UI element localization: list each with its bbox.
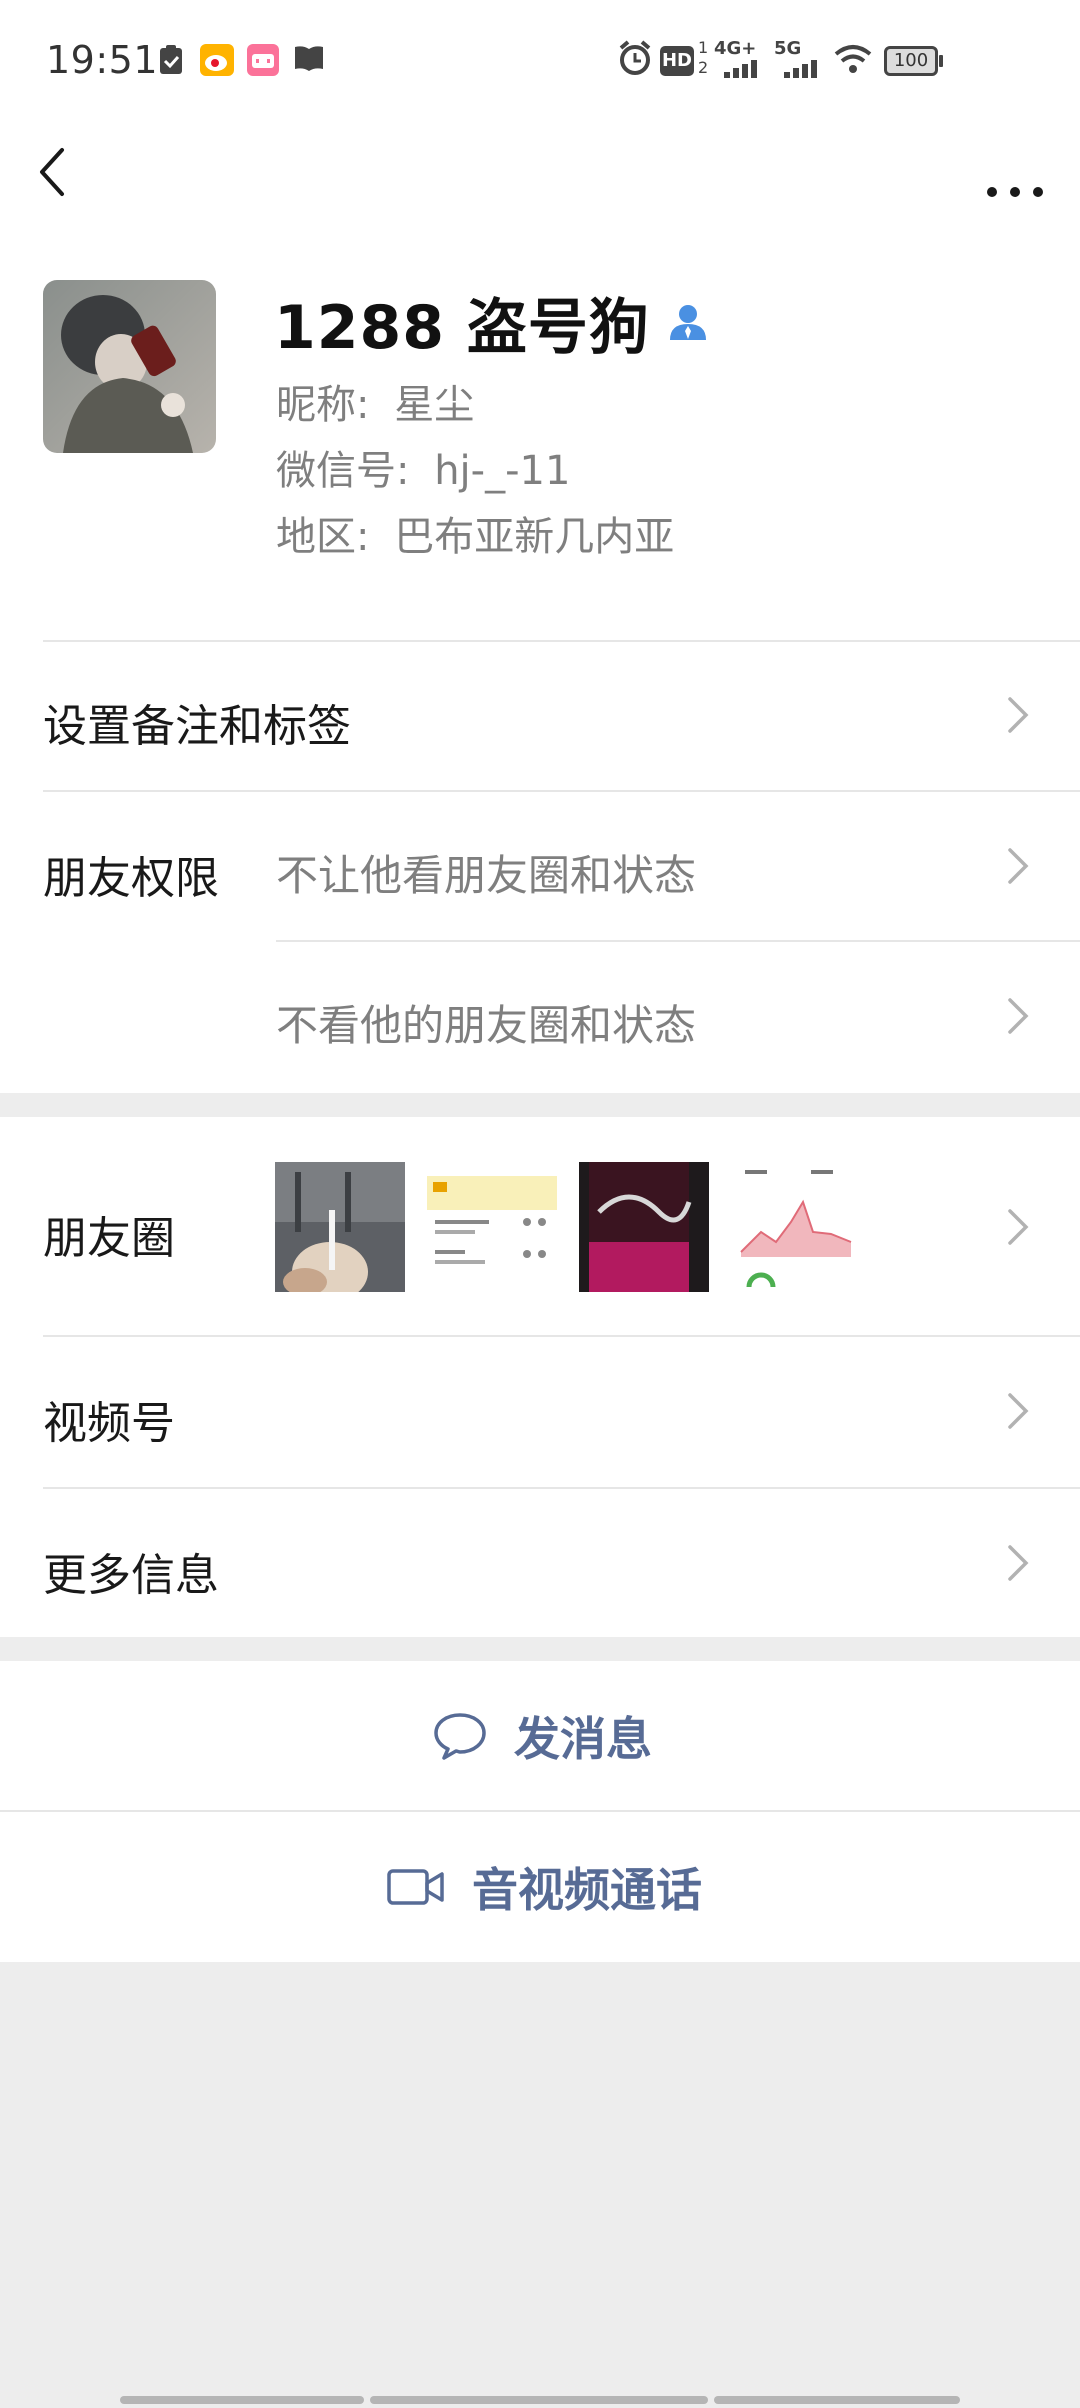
permission-row-1[interactable]: 朋友权限 不让他看朋友圈和状态 [0, 790, 1080, 940]
region-value: 巴布亚新几内亚 [394, 514, 675, 560]
remark-row[interactable]: 设置备注和标签 [0, 640, 1080, 790]
avatar[interactable] [43, 280, 216, 453]
bilibili-icon [247, 44, 279, 76]
nickname-line: 昵称: 星尘 [276, 372, 474, 430]
profile-header: 1288 盗号狗 昵称: 星尘 微信号: hj-_-11 地区: 巴布亚新几内亚 [0, 222, 1080, 640]
contact-person-icon [669, 305, 706, 340]
moment-thumb-cola [579, 1162, 709, 1292]
send-message-content: 发消息 [432, 1661, 652, 1811]
chevron-right-icon [1008, 848, 1029, 884]
signal-5g-icon [784, 60, 817, 78]
permission-row-2[interactable]: 不看他的朋友圈和状态 [0, 940, 1080, 1093]
channels-label: 视频号 [43, 1398, 175, 1449]
alarm-icon [619, 40, 651, 75]
nav-bar [0, 122, 1080, 222]
status-bar: 19:51 HD 1 2 4G+ 5G 100 [0, 0, 1080, 122]
nickname-value: 星尘 [394, 382, 475, 428]
chevron-right-icon [1008, 1393, 1029, 1429]
send-message-button[interactable]: 发消息 [0, 1661, 1080, 1811]
nickname-label: 昵称: [276, 382, 370, 428]
hd-icon: HD [660, 46, 694, 76]
signal-4g-icon [724, 60, 757, 78]
chevron-right-icon [1008, 697, 1029, 733]
chevron-right-icon [1008, 998, 1029, 1034]
wechat-id-value: hj-_-11 [434, 448, 571, 494]
net1-label: 4G+ [714, 38, 757, 59]
region-label: 地区: [276, 514, 370, 560]
more-info-row[interactable]: 更多信息 [0, 1487, 1080, 1637]
region-line: 地区: 巴布亚新几内亚 [276, 504, 674, 562]
settings-section: 设置备注和标签 朋友权限 不让他看朋友圈和状态 不看他的朋友圈和状态 [0, 640, 1080, 1093]
name-row: 1288 盗号狗 [274, 282, 710, 363]
video-call-content: 音视频通话 [386, 1812, 702, 1962]
weibo-icon [200, 44, 234, 76]
more-info-label: 更多信息 [43, 1550, 219, 1601]
permission-hide-my-moments: 不让他看朋友圈和状态 [276, 851, 697, 900]
moment-thumb-screenshot [427, 1162, 557, 1292]
channels-row[interactable]: 视频号 [0, 1335, 1080, 1487]
status-time: 19:51 [46, 38, 159, 82]
remark-label: 设置备注和标签 [43, 701, 351, 752]
battery-icon: 100 [884, 46, 938, 76]
gesture-bar [120, 2396, 364, 2404]
chevron-right-icon [1008, 1545, 1029, 1581]
chat-bubble-icon [434, 1713, 486, 1760]
net2-label: 5G [774, 38, 802, 59]
battery-tip [939, 55, 943, 67]
moments-label: 朋友圈 [43, 1213, 175, 1264]
wifi-icon [834, 45, 872, 73]
hd-sim-1: 1 [698, 38, 709, 57]
contact-profile-page: 19:51 HD 1 2 4G+ 5G 100 1288 盗号狗 昵称: 星尘 … [0, 0, 1080, 2408]
video-camera-icon [387, 1869, 444, 1905]
gesture-bar [370, 2396, 708, 2404]
avatar-image [43, 280, 216, 453]
moment-thumb-chart [731, 1162, 861, 1292]
moment-thumb-drink [275, 1162, 405, 1292]
video-call-button[interactable]: 音视频通话 [0, 1812, 1080, 1962]
wechat-id-line: 微信号: hj-_-11 [276, 438, 570, 496]
send-message-label: 发消息 [514, 1712, 652, 1766]
back-arrow-icon[interactable] [30, 142, 90, 202]
video-call-label: 音视频通话 [472, 1863, 702, 1917]
permissions-label: 朋友权限 [43, 853, 219, 904]
shield-check-icon [160, 45, 182, 74]
contact-name: 1288 盗号狗 [274, 292, 650, 363]
permission-hide-their-moments: 不看他的朋友圈和状态 [276, 1001, 697, 1050]
more-dots-icon[interactable] [980, 142, 1050, 202]
gesture-bar [714, 2396, 960, 2404]
chevron-right-icon [1008, 1209, 1029, 1245]
hd-sim-2: 2 [698, 58, 709, 77]
book-icon [295, 46, 323, 71]
wechat-id-label: 微信号: [276, 448, 410, 494]
